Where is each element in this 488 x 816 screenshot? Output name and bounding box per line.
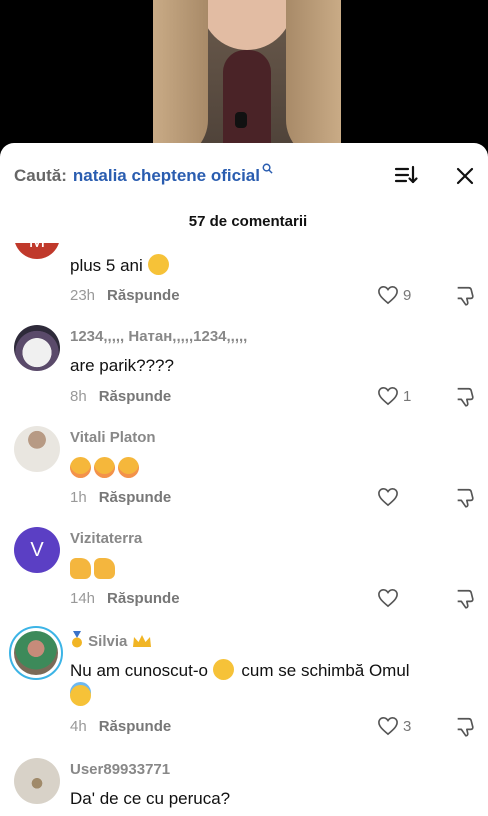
comment-time: 1h [70,489,87,506]
like-button[interactable]: 9 [377,285,411,305]
smiling-face-with-halo-emoji [70,685,91,706]
dislike-button[interactable] [454,487,476,514]
avatar[interactable]: V [14,527,60,573]
search-prefix: Caută: [14,166,67,185]
avatar-letter: V [30,538,44,561]
like-button[interactable] [377,487,399,507]
comment-username[interactable]: Vizitaterra [70,530,142,547]
close-icon[interactable] [450,161,480,191]
comment-text [70,457,142,479]
thumbs-down-icon [457,488,474,508]
avatar[interactable] [14,325,60,371]
like-count: 3 [403,717,412,735]
comment-time: 4h [70,718,87,735]
comment-meta: 1h Răspunde [70,489,171,506]
thumbs-down-icon [457,717,474,737]
video-background [0,0,488,160]
avatar[interactable] [14,758,60,804]
reply-button[interactable]: Răspunde [99,489,172,506]
smiling-face-with-hearts-emoji [118,457,139,478]
comment-username[interactable]: Vitali Platon [70,429,156,446]
comment-text: plus 5 ani [70,254,172,276]
like-button[interactable] [377,588,399,608]
comment-meta: 14h Răspunde [70,590,180,607]
comment-username[interactable]: User89933771 [70,761,170,778]
presenter-hair [286,0,341,160]
heart-icon [378,386,398,406]
comment-text-line-2 [70,685,94,707]
smiling-face-with-hearts-emoji [94,457,115,478]
comment-username[interactable]: Silvia [88,633,127,650]
like-button[interactable]: 1 [377,386,411,406]
comment-time: 8h [70,388,87,405]
comment-text-tail: cum se schimbă Omul [241,661,410,680]
comment-meta: 23h Răspunde [70,287,180,304]
search-suggestion[interactable]: Caută: natalia cheptene oficial [14,161,273,191]
comment-meta: 8h Răspunde [70,388,171,405]
medal-icon [72,631,82,648]
dislike-button[interactable] [454,386,476,413]
search-term[interactable]: natalia cheptene oficial [73,166,260,186]
comment-text: Da' de ce cu peruca? [70,789,231,808]
reply-button[interactable]: Răspunde [107,590,180,607]
comment-text-body: plus 5 ani [70,256,143,275]
lapel-mic [235,112,247,128]
comment-username[interactable]: 1234,,,,, Натан,,,,,1234,,,,, [70,328,247,345]
comment-text: Nu am cunoscut-o cum se schimbă Omul [70,659,410,681]
pensive-face-emoji [212,659,234,680]
avatar[interactable]: M [14,243,60,259]
search-icon[interactable] [262,163,273,177]
presenter-face [201,0,293,50]
avatar[interactable] [14,426,60,472]
like-count: 1 [403,387,412,405]
comment-text-body: Nu am cunoscut-o [70,661,208,680]
crown-icon [132,635,151,647]
dislike-button[interactable] [454,588,476,615]
comment-username-row: Silvia [70,631,152,650]
video-frame [153,0,341,160]
comment-time: 14h [70,590,96,607]
like-button[interactable]: 3 [377,716,411,736]
heart-icon [378,716,398,736]
thumbs-up-emoji [94,558,115,579]
comment-text [70,558,118,580]
comment-count: 57 de comentarii [188,213,308,230]
comments-sheet: Caută: natalia cheptene oficial 57 de co… [0,143,488,816]
thumbs-down-icon [457,286,474,306]
like-count: 9 [403,286,412,304]
reply-button[interactable]: Răspunde [107,287,180,304]
comment-time: 23h [70,287,96,304]
presenter-hair [153,0,208,160]
comment-text: are parik???? [70,356,174,375]
reply-button[interactable]: Răspunde [99,718,172,735]
reply-button[interactable]: Răspunde [99,388,172,405]
dislike-button[interactable] [454,716,476,743]
smiling-face-with-hearts-emoji [70,457,91,478]
heart-icon [378,588,398,608]
heart-icon [378,487,398,507]
comment-meta: 4h Răspunde [70,718,171,735]
thinking-face-emoji [147,254,169,275]
thumbs-down-icon [457,589,474,609]
thumbs-up-emoji [70,558,91,579]
sort-icon[interactable] [392,161,424,191]
avatar-letter: M [29,243,46,253]
avatar-photo [14,631,58,675]
dislike-button[interactable] [454,285,476,312]
avatar[interactable] [9,626,63,680]
heart-icon [378,285,398,305]
thumbs-down-icon [457,387,474,407]
comment-list[interactable]: M plus 5 ani 23h Răspunde 9 1234,,,,, Нат… [0,243,488,816]
